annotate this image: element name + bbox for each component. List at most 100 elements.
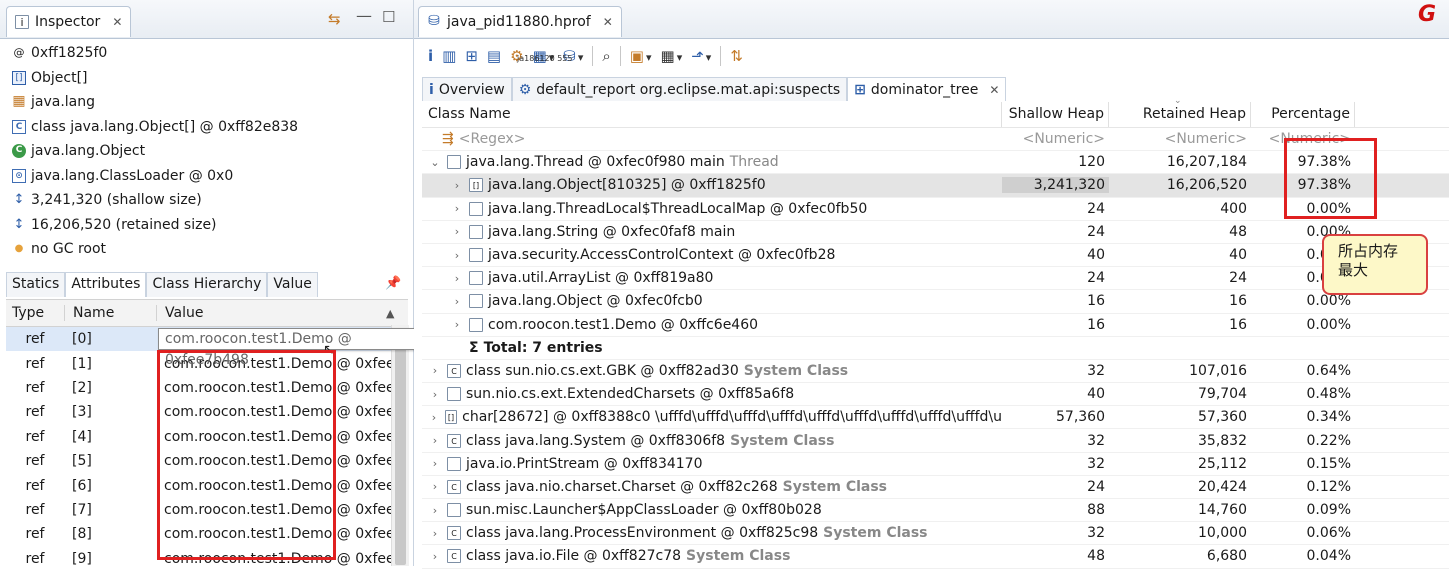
subtab-value[interactable]: Value [267,272,318,297]
tab-dominator-tree[interactable]: ⊞ dominator_tree ✕ [847,77,1007,101]
table-row[interactable]: › Cclass java.io.File @ 0xff827c78 System … [422,545,1449,569]
expand-arrow-icon[interactable]: › [450,272,464,285]
minimize-icon[interactable]: — [356,6,372,25]
close-icon[interactable]: ✕ [989,83,999,97]
table-row[interactable]: › java.lang.Object @ 0xfec0fcb0 16 16 0.00% [422,290,1449,314]
dominator-tree-icon[interactable]: ⊞ [465,47,478,65]
col-name[interactable]: Name [64,305,156,321]
expand-arrow-icon[interactable]: › [450,295,464,308]
col-value[interactable]: Value [156,305,386,321]
histogram-icon[interactable]: ▥ [442,47,456,65]
cell-retained: 20,424 [1198,478,1247,495]
expand-arrow-icon[interactable]: › [428,550,442,563]
object-icon: [] [444,410,458,425]
tab-inspector[interactable]: i Inspector ✕ [6,6,132,37]
pin-icon[interactable]: 📌 [385,276,401,291]
expand-arrow-icon[interactable]: › [450,318,464,331]
callout-line-2: 最大 [1338,261,1369,279]
maximize-icon[interactable]: ☐ [382,8,395,26]
close-icon[interactable]: ✕ [112,15,122,29]
subtab-class-hierarchy[interactable]: Class Hierarchy [146,272,268,297]
search-icon[interactable]: ⌕ [602,47,610,65]
table-row[interactable]: › Cclass java.lang.ProcessEnvironment @ 0… [422,522,1449,546]
editor-tabbar: ⛁ java_pid11880.hprof ✕ [414,0,1449,39]
attribute-name: [8] [72,526,92,543]
object-kind-label: System Class [823,525,928,542]
expand-arrow-icon[interactable]: › [450,225,464,238]
attribute-type: ref [25,477,45,494]
expand-arrow-icon[interactable]: › [428,527,442,540]
col-class-name[interactable]: Class Name [422,102,1002,127]
expand-arrow-icon[interactable]: › [428,411,440,424]
table-row[interactable]: › com.roocon.test1.Demo @ 0xffc6e460 16 16 0… [422,314,1449,337]
hprof-tab-label: java_pid11880.hprof [447,14,591,30]
expand-arrow-icon[interactable]: › [450,179,464,192]
sync-icon[interactable]: ⇆ [328,10,341,28]
expand-arrow-icon[interactable]: › [428,434,442,447]
cell-shallow: 88 [1087,502,1105,519]
size-icon: ↕ [13,216,25,232]
inspector-line: @0xff1825f0 [12,41,413,66]
table-row[interactable]: › Cclass sun.nio.cs.ext.GBK @ 0xff82ad30 S… [422,360,1449,384]
scrollbar-thumb[interactable] [395,343,406,565]
expand-arrow-icon[interactable]: › [450,202,464,215]
inspector-line-text: 3,241,320 (shallow size) [31,192,202,209]
table-row[interactable]: › Cclass java.lang.System @ 0xff8306f8 Sys… [422,429,1449,453]
cell-shallow: 57,360 [1056,409,1105,426]
expand-arrow-icon[interactable]: › [428,388,442,401]
group-by-icon[interactable]: ▣ [630,47,652,65]
regex-filter-input[interactable]: <Regex> [459,131,526,147]
sum-icon: Σ [469,339,479,356]
subtab-statics[interactable]: Statics [6,272,66,297]
col-type[interactable]: Type [6,305,64,321]
report-icon: ⚙ [518,81,532,98]
expand-arrow-icon[interactable]: › [428,457,442,470]
expand-arrow-icon[interactable]: › [428,480,442,493]
tab-default-report[interactable]: ⚙ default_report org.eclipse.mat.api:susp… [511,77,848,101]
expand-arrow-icon[interactable]: › [450,249,464,262]
cell-shallow: 48 [1087,548,1105,565]
info-icon[interactable]: i [428,47,433,65]
table-row[interactable]: › [] char[28672] @ 0xff8388c0 \ufffd\ufffd… [422,406,1449,430]
oql-icon[interactable]: ▤ [487,47,501,65]
subtab-attributes[interactable]: Attributes [65,272,147,297]
table-row[interactable]: › java.security.AccessControlContext @ 0x… [422,244,1449,268]
tab-hprof[interactable]: ⛁ java_pid11880.hprof ✕ [418,6,622,37]
object-icon [469,294,483,309]
cell-shallow: 16 [1087,293,1105,310]
table-row[interactable]: ›java.util.ArrayList @ 0xff819a8024240.0… [422,267,1449,291]
shallow-filter-input[interactable]: <Numeric> [1002,131,1109,147]
tab-overview[interactable]: i Overview [422,77,512,101]
database-icon: ⛁ [428,13,440,29]
class-name-text: char[28672] @ 0xff8388c0 \ufffd\ufffd\uf… [462,409,1002,426]
table-row[interactable]: › java.io.PrintStream @ 0xff834170 32 25,11… [422,453,1449,476]
scroll-up-icon[interactable]: ▲ [386,307,394,320]
col-shallow-heap[interactable]: Shallow Heap [1002,102,1109,127]
object-icon [447,503,461,518]
columns-icon[interactable]: ▦ [661,47,683,65]
cell-shallow: 32 [1087,525,1105,542]
inspector-line: [] Object[] [12,66,413,91]
cell-shallow: 24 [1087,270,1105,287]
object-kind-label: System Class [743,362,849,379]
retained-filter-input[interactable]: <Numeric> [1109,131,1251,147]
cell-shallow: 120 [1078,154,1105,171]
table-row[interactable]: › java.lang.String @ 0xfec0faf8 main 24 48 0… [422,221,1449,244]
export-icon[interactable]: ⇅ [730,47,743,65]
attributes-scrollbar[interactable] [391,325,409,566]
attribute-type: ref [25,331,45,348]
table-row[interactable]: Σ Total: 7 entries [422,337,1449,360]
expand-arrow-icon[interactable]: › [428,504,442,517]
expand-arrow-icon[interactable]: ⌄ [428,156,442,169]
table-row[interactable]: › Cclass java.nio.charset.Charset @ 0xff8… [422,476,1449,499]
table-row[interactable]: › sun.misc.Launcher$AppClassLoader @ 0xff… [422,499,1449,523]
attribute-type: ref [25,550,45,567]
expand-arrow-icon[interactable]: › [428,364,442,377]
object-icon [469,224,483,239]
cell-retained: 24 [1229,270,1247,287]
cell-retained: 10,000 [1198,525,1247,542]
calculate-retained-icon[interactable]: ⬏ [691,47,711,65]
col-percentage[interactable]: Percentage [1251,102,1355,127]
table-row[interactable]: › sun.nio.cs.ext.ExtendedCharsets @ 0xff8… [422,383,1449,407]
close-icon[interactable]: ✕ [603,15,613,29]
